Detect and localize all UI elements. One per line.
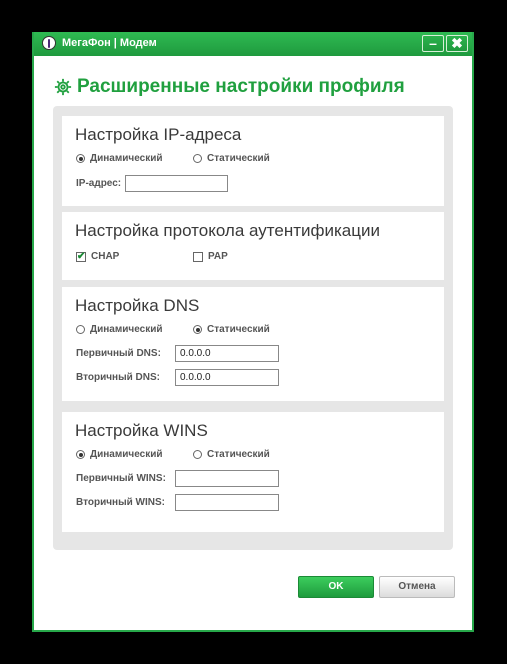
close-button[interactable]: ✖	[446, 35, 468, 52]
gear-icon	[54, 78, 72, 96]
page-title: Расширенные настройки профиля	[54, 76, 405, 98]
ip-section-title: Настройка IP-адреса	[75, 125, 242, 144]
title-bar[interactable]: МегаФон | Модем – ✖	[34, 32, 472, 56]
settings-panel: Настройка IP-адреса Динамический Статиче…	[53, 106, 453, 550]
auth-section-title: Настройка протокола аутентификации	[75, 221, 380, 240]
ip-static-label: Статический	[207, 153, 270, 164]
dns-secondary-input[interactable]: 0.0.0.0	[175, 369, 279, 386]
ip-dynamic-label: Динамический	[90, 153, 163, 164]
ip-address-label: IP-адрес:	[76, 178, 122, 189]
checkbox-checked-icon: ✔	[76, 250, 86, 262]
wins-static-radio[interactable]: Статический	[193, 449, 270, 460]
dns-static-label: Статический	[207, 324, 270, 335]
chap-label: CHAP	[91, 251, 120, 262]
minimize-button[interactable]: –	[422, 35, 444, 52]
dns-dynamic-radio[interactable]: Динамический	[76, 324, 163, 335]
pap-checkbox[interactable]: PAP	[193, 251, 228, 262]
ip-static-radio[interactable]: Статический	[193, 153, 270, 164]
chap-checkbox[interactable]: ✔ CHAP	[76, 251, 119, 262]
dns-primary-input[interactable]: 0.0.0.0	[175, 345, 279, 362]
dns-primary-label: Первичный DNS:	[76, 348, 161, 359]
radio-selected-icon	[193, 325, 202, 334]
radio-selected-icon	[76, 154, 85, 163]
checkbox-unchecked-icon	[193, 251, 203, 262]
ok-button[interactable]: OK	[298, 576, 374, 598]
pap-label: PAP	[208, 251, 228, 262]
megafon-logo-icon	[42, 36, 56, 50]
wins-static-label: Статический	[207, 449, 270, 460]
radio-unselected-icon	[193, 450, 202, 459]
cancel-button[interactable]: Отмена	[379, 576, 455, 598]
radio-unselected-icon	[76, 325, 85, 334]
page-title-text: Расширенные настройки профиля	[77, 76, 405, 97]
dns-secondary-label: Вторичный DNS:	[76, 372, 160, 383]
wins-dynamic-label: Динамический	[90, 449, 163, 460]
radio-selected-icon	[76, 450, 85, 459]
wins-primary-label: Первичный WINS:	[76, 473, 166, 484]
wins-section-title: Настройка WINS	[75, 421, 208, 440]
dns-dynamic-label: Динамический	[90, 324, 163, 335]
dns-section: Настройка DNS Динамический Статический П…	[62, 287, 444, 401]
radio-unselected-icon	[193, 154, 202, 163]
dns-section-title: Настройка DNS	[75, 296, 200, 315]
wins-secondary-label: Вторичный WINS:	[76, 497, 165, 508]
wins-dynamic-radio[interactable]: Динамический	[76, 449, 163, 460]
dns-static-radio[interactable]: Статический	[193, 324, 270, 335]
wins-primary-input[interactable]	[175, 470, 279, 487]
modem-window: МегаФон | Модем – ✖ Расширенные настройк…	[32, 32, 474, 632]
auth-section: Настройка протокола аутентификации ✔ CHA…	[62, 212, 444, 280]
wins-section: Настройка WINS Динамический Статический …	[62, 412, 444, 532]
ip-dynamic-radio[interactable]: Динамический	[76, 153, 163, 164]
window-title: МегаФон | Модем	[62, 37, 157, 49]
ip-section: Настройка IP-адреса Динамический Статиче…	[62, 116, 444, 206]
wins-secondary-input[interactable]	[175, 494, 279, 511]
ip-address-input[interactable]	[125, 175, 228, 192]
